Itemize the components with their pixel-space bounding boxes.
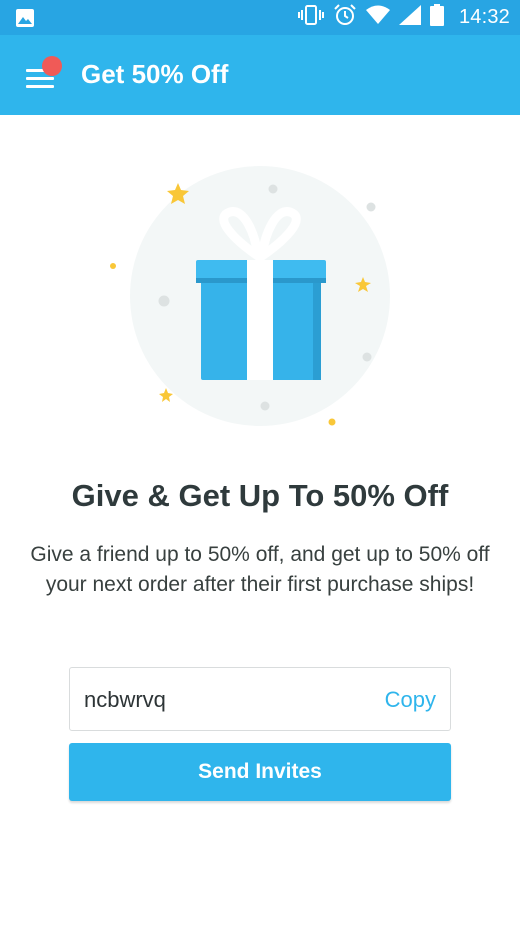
referral-code-box: ncbwrvq Copy bbox=[69, 667, 451, 731]
headline: Give & Get Up To 50% Off bbox=[71, 478, 449, 513]
app-bar: Get 50% Off bbox=[0, 35, 520, 115]
notification-dot bbox=[42, 56, 62, 76]
vibrate-icon bbox=[297, 4, 324, 31]
send-invites-button[interactable]: Send Invites bbox=[69, 743, 451, 801]
menu-button[interactable] bbox=[24, 56, 62, 92]
image-icon bbox=[15, 8, 35, 33]
wifi-icon bbox=[365, 5, 390, 30]
signal-icon bbox=[398, 5, 421, 30]
description: Give a friend up to 50% off, and get up … bbox=[30, 543, 490, 596]
gift-box-icon bbox=[110, 166, 390, 426]
referral-code: ncbwrvq bbox=[84, 687, 166, 712]
page-title: Get 50% Off bbox=[81, 59, 229, 89]
gift-illustration bbox=[0, 115, 520, 445]
battery-icon bbox=[429, 4, 444, 31]
status-bar: 14:32 bbox=[0, 0, 520, 35]
status-time: 14:32 bbox=[458, 6, 510, 28]
alarm-icon bbox=[333, 3, 357, 32]
copy-button[interactable]: Copy bbox=[385, 687, 436, 713]
